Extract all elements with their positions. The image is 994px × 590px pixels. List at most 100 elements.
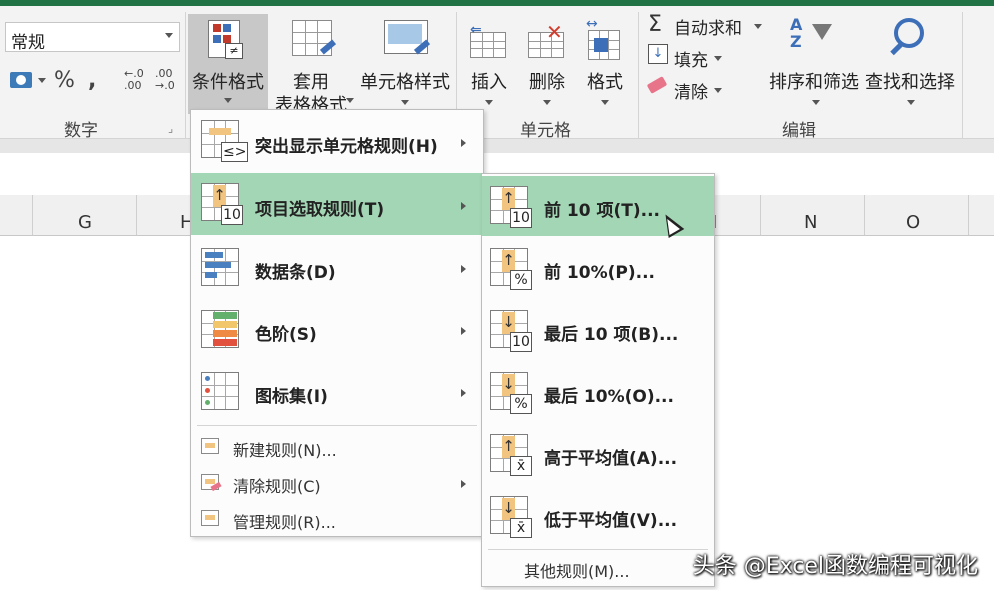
menu-item-label: 清除规则(C) [233,477,321,496]
menu-item-icon-sets[interactable]: 图标集(I) [191,362,483,422]
icon-sets-icon [201,372,243,414]
dialog-launcher-icon[interactable]: ⌟ [168,122,173,135]
top-10-percent-icon: ↑% [490,248,532,290]
sort-filter-label: 排序和筛选 [769,72,859,93]
submenu-item-label: 其他规则(M)... [524,562,630,581]
format-button[interactable]: ↔ 格式 [578,14,632,114]
top-10-icon: ↑ 10 [490,186,532,228]
column-separator [760,195,761,235]
submenu-item-above-average[interactable]: ↑ x̄ 高于平均值(A)... [482,424,714,484]
submenu-item-bottom-10-percent[interactable]: ↓% 最后 10%(O)... [482,362,714,422]
submenu-item-label: 前 10 项(T)... [544,201,661,221]
group-divider [638,12,639,140]
chevron-right-icon [461,327,466,335]
menu-separator [488,549,708,550]
menu-item-color-scales[interactable]: 色阶(S) [191,300,483,360]
format-label: 格式 [587,72,623,93]
clear-label: 清除 [674,83,708,103]
chevron-down-icon [346,98,354,103]
below-average-icon: ↓ x̄ [490,496,532,538]
cell-styles-label: 单元格样式 [360,72,450,93]
ribbon: 常规 % , ←.0 .00 .00 →.0 数字 ⌟ ≠ 条件格式 套用 表格… [0,6,994,141]
chevron-down-icon [543,100,551,105]
chevron-right-icon [461,389,466,397]
search-icon-handle [890,41,904,56]
chevron-right-icon [461,265,466,273]
menu-item-label: 色阶(S) [255,325,317,345]
column-separator [864,195,865,235]
delete-button[interactable]: ✕ 删除 [520,14,574,114]
find-select-button[interactable]: 查找和选择 [862,14,958,114]
insert-button[interactable]: ⇐ 插入 [462,14,516,114]
top-bottom-rules-submenu: ↑ 10 前 10 项(T)... ↑% 前 10%(P)... ↓ 10 最后 1… [481,173,715,587]
conditional-format-label: 条件格式 [192,72,264,93]
chevron-right-icon [461,202,466,210]
submenu-item-label: 最后 10 项(B)... [544,325,679,345]
percent-style-button[interactable]: % [54,68,75,93]
arrow-left-icon: ⇐ [470,22,482,38]
column-separator [136,195,137,235]
accounting-format-icon[interactable] [10,72,32,88]
menu-item-label: 项目选取规则(T) [255,200,385,220]
menu-item-label: 突出显示单元格规则(H) [255,137,438,157]
column-separator [968,195,969,235]
menu-item-clear-rules[interactable]: 清除规则(C) [191,466,483,500]
column-header-g[interactable]: G [78,212,92,233]
submenu-item-more-rules[interactable]: 其他规则(M)... [482,552,714,584]
arrow-down-icon: ↓ [648,44,668,64]
menu-item-label: 数据条(D) [255,263,336,283]
number-format-select[interactable]: 常规 [5,22,180,53]
data-bars-icon [201,248,243,290]
submenu-item-label: 高于平均值(A)... [544,449,678,469]
format-as-table-button[interactable]: 套用 表格格式 [266,14,356,116]
above-average-icon: ↑ x̄ [490,434,532,476]
fill-label: 填充 [674,51,708,71]
decrease-decimal-button[interactable]: .00 →.0 [155,68,175,92]
group-label-cells: 单元格 [520,121,571,141]
new-rule-icon [201,438,219,454]
filter-icon [812,24,832,40]
submenu-item-below-average[interactable]: ↓ x̄ 低于平均值(V)... [482,486,714,546]
sigma-icon: Σ [648,12,662,37]
menu-item-new-rule[interactable]: 新建规则(N)... [191,430,483,464]
menu-item-top-bottom-rules[interactable]: ↑ 10 项目选取规则(T) [191,173,483,235]
highlight-rules-icon: ≤> [201,120,249,162]
sort-filter-button[interactable]: AZ 排序和筛选 [764,14,864,114]
conditional-format-menu: ≤> 突出显示单元格规则(H) ↑ 10 项目选取规则(T) 数据条(D) 色阶(… [190,109,484,537]
column-header-o[interactable]: O [906,212,920,233]
submenu-item-bottom-10-items[interactable]: ↓ 10 最后 10 项(B)... [482,300,714,360]
chevron-right-icon [461,139,466,147]
menu-item-highlight-rules[interactable]: ≤> 突出显示单元格规则(H) [191,112,483,170]
menu-item-label: 图标集(I) [255,387,328,407]
group-divider [185,12,186,140]
find-select-label: 查找和选择 [865,72,955,93]
menu-item-label: 新建规则(N)... [233,441,337,460]
resize-arrows-icon: ↔ [586,16,598,32]
submenu-item-label: 最后 10%(O)... [544,387,674,407]
group-label-editing: 编辑 [782,121,816,141]
conditional-format-button[interactable]: ≠ 条件格式 [188,14,268,114]
number-format-value: 常规 [11,33,45,53]
chevron-down-icon [714,88,722,93]
chevron-right-icon [461,480,466,488]
color-scales-icon [201,310,243,352]
submenu-item-label: 前 10%(P)... [544,263,655,283]
column-header-n[interactable]: N [804,212,817,233]
chevron-down-icon [601,100,609,105]
cell-styles-button[interactable]: 单元格样式 [356,14,454,114]
chevron-down-icon [714,56,722,61]
delete-label: 删除 [529,72,565,93]
group-label-number: 数字 [64,121,98,141]
chevron-down-icon [224,98,232,103]
submenu-item-top-10-percent[interactable]: ↑% 前 10%(P)... [482,238,714,298]
submenu-item-label: 低于平均值(V)... [544,511,678,531]
sort-az-icon: AZ [790,15,803,51]
menu-separator [197,425,477,426]
top-bottom-rules-icon: ↑ 10 [201,183,243,225]
comma-style-button[interactable]: , [88,68,96,93]
menu-item-manage-rules[interactable]: 管理规则(R)... [191,502,483,536]
chevron-down-icon [401,100,409,105]
menu-item-data-bars[interactable]: 数据条(D) [191,238,483,298]
increase-decimal-button[interactable]: ←.0 .00 [124,68,144,92]
ribbon-bottom-strip [0,139,994,153]
